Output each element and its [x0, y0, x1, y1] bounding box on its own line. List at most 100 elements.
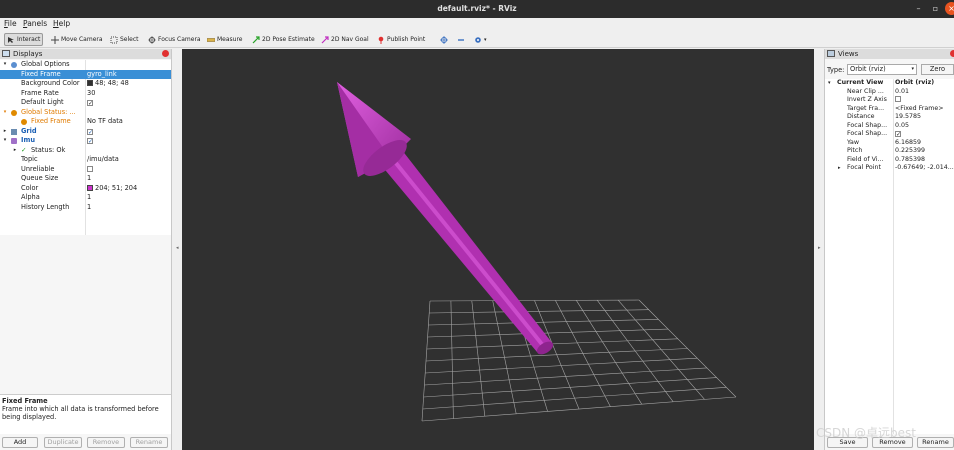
imu-arrow [337, 82, 554, 355]
tree-row-global-status[interactable]: ▾ Global Status: ... [0, 108, 171, 118]
duplicate-display-button[interactable]: Duplicate [44, 437, 82, 448]
views-panel: Views Type: Orbit (rviz) ▾ Zero ▾ Curren… [824, 49, 954, 450]
focus-icon [148, 35, 156, 44]
expand-arrow-icon[interactable]: ▾ [2, 60, 8, 70]
close-panel-icon[interactable] [162, 50, 169, 57]
left-splitter-handle[interactable]: ◂ [173, 49, 182, 450]
close-panel-icon[interactable] [950, 50, 954, 57]
view-row-yaw[interactable]: Yaw 6.16859 [825, 139, 954, 148]
view-row-focal-shape-size[interactable]: Focal Shap... 0.05 [825, 122, 954, 131]
tree-row-status-fixed-frame[interactable]: Fixed Frame No TF data [0, 117, 171, 127]
window-title: default.rviz* - RViz [437, 4, 517, 13]
camera-icon [827, 50, 835, 57]
grid-line [638, 299, 737, 398]
tree-row-fixed-frame[interactable]: Fixed Frame gyro_link [0, 69, 171, 80]
3d-viewport[interactable] [182, 49, 814, 450]
view-row-distance[interactable]: Distance 19.5785 [825, 113, 954, 122]
minimize-icon[interactable]: – [912, 2, 925, 15]
view-row-current-view[interactable]: ▾ Current View Orbit (rviz) [825, 79, 954, 88]
menu-bar: File Panels Help [0, 18, 954, 30]
tree-row-history-length[interactable]: History Length 1 [0, 203, 171, 213]
displays-button-row: Add Duplicate Remove Rename [0, 436, 171, 450]
tree-row-alpha[interactable]: Alpha 1 [0, 193, 171, 203]
tree-row-global-options[interactable]: ▾ Global Options [0, 60, 171, 70]
expand-arrow-icon[interactable]: ▾ [2, 136, 8, 146]
publish-point-tool-button[interactable]: Publish Point [377, 33, 425, 46]
interact-tool-button[interactable]: Interact [4, 33, 44, 46]
color-swatch [87, 80, 93, 86]
view-type-select[interactable]: Orbit (rviz) ▾ [847, 64, 917, 75]
focal-shape-checkbox[interactable]: ✓ [895, 131, 901, 138]
menu-file[interactable]: File [4, 19, 17, 28]
3d-scene[interactable] [182, 49, 814, 450]
tree-row-unreliable[interactable]: Unreliable [0, 165, 171, 175]
grid-line [423, 377, 717, 398]
view-row-field-of-view[interactable]: Field of Vi... 0.785398 [825, 156, 954, 165]
rename-view-button[interactable]: Rename [917, 437, 954, 448]
goal-arrow-icon [321, 35, 329, 44]
close-icon[interactable]: × [945, 2, 954, 15]
view-row-focal-point[interactable]: ▸ Focal Point -0.67649; -2.014... [825, 164, 954, 173]
tool-properties-icon[interactable] [474, 33, 482, 46]
expand-arrow-icon[interactable]: ▸ [12, 146, 18, 156]
rename-display-button[interactable]: Rename [130, 437, 168, 448]
expand-arrow-icon[interactable]: ▾ [828, 79, 831, 88]
imu-enabled-checkbox[interactable]: ✓ [87, 138, 93, 145]
tree-row-imu[interactable]: ▾ Imu ✓ [0, 136, 171, 146]
tool-properties-dropdown-icon[interactable]: ▾ [484, 33, 487, 46]
view-row-focal-shape-fixed[interactable]: Focal Shap... ✓ [825, 130, 954, 139]
move-icon [51, 35, 59, 44]
select-tool-button[interactable]: Select [110, 33, 139, 46]
menu-panels[interactable]: Panels [23, 19, 47, 28]
toolbar: Interact Move Camera Select Focus Camera… [0, 31, 954, 48]
collapse-left-icon[interactable]: ◂ [176, 245, 179, 251]
views-panel-title: Views [838, 50, 859, 58]
grid-icon [11, 128, 17, 135]
tree-row-default-light[interactable]: Default Light ✓ [0, 98, 171, 108]
tree-row-background-color[interactable]: Background Color 48; 48; 48 [0, 79, 171, 89]
color-swatch [87, 184, 93, 191]
menu-help[interactable]: Help [53, 19, 70, 28]
focus-camera-tool-button[interactable]: Focus Camera [148, 33, 201, 46]
move-camera-tool-button[interactable]: Move Camera [51, 33, 103, 46]
invert-z-checkbox[interactable] [895, 96, 901, 102]
tree-row-topic[interactable]: Topic /imu/data [0, 155, 171, 165]
view-row-invert-z[interactable]: Invert Z Axis [825, 96, 954, 105]
tree-row-queue-size[interactable]: Queue Size 1 [0, 174, 171, 184]
expand-arrow-icon[interactable]: ▸ [838, 164, 841, 173]
tree-row-frame-rate[interactable]: Frame Rate 30 [0, 89, 171, 99]
tree-row-color[interactable]: Color 204; 51; 204 [0, 184, 171, 194]
view-row-near-clip[interactable]: Near Clip ... 0.01 [825, 88, 954, 97]
view-type-label: Type: [827, 66, 845, 74]
remove-tool-icon[interactable] [457, 33, 465, 46]
grid-line [422, 387, 727, 410]
maximize-icon[interactable]: ▫ [929, 2, 942, 15]
grid-enabled-checkbox[interactable]: ✓ [87, 128, 93, 135]
view-row-target-frame[interactable]: Target Fra... <Fixed Frame> [825, 105, 954, 114]
measure-tool-button[interactable]: Measure [206, 33, 243, 46]
right-splitter-handle[interactable]: ▸ [815, 49, 824, 450]
view-type-bar: Type: Orbit (rviz) ▾ Zero [825, 62, 954, 76]
add-display-button[interactable]: Add [2, 437, 38, 448]
tree-row-grid[interactable]: ▸ Grid ✓ [0, 127, 171, 137]
zero-button[interactable]: Zero [921, 64, 954, 75]
displays-panel-header: Displays [0, 49, 171, 59]
tree-row-imu-status[interactable]: ▸ ✓ Status: Ok [0, 146, 171, 156]
remove-display-button[interactable]: Remove [87, 437, 125, 448]
description-text: Frame into which all data is transformed… [2, 405, 159, 421]
expand-arrow-icon[interactable]: ▾ [2, 108, 8, 118]
add-tool-icon[interactable] [440, 33, 448, 46]
title-bar: default.rviz* - RViz – ▫ × [0, 0, 954, 18]
grid-line [555, 300, 611, 407]
nav-goal-tool-button[interactable]: 2D Nav Goal [321, 33, 369, 46]
fixed-frame-value[interactable]: gyro_link [87, 70, 117, 80]
default-light-checkbox[interactable]: ✓ [87, 100, 93, 107]
displays-panel-title: Displays [13, 50, 43, 58]
expand-arrow-icon[interactable]: ▸ [2, 127, 8, 137]
collapse-right-icon[interactable]: ▸ [818, 245, 821, 251]
watermark: CSDN @卓远best [816, 426, 916, 440]
unreliable-checkbox[interactable] [87, 165, 93, 172]
pose-arrow-icon [252, 35, 260, 44]
pose-estimate-tool-button[interactable]: 2D Pose Estimate [252, 33, 315, 46]
view-row-pitch[interactable]: Pitch 0.225399 [825, 147, 954, 156]
